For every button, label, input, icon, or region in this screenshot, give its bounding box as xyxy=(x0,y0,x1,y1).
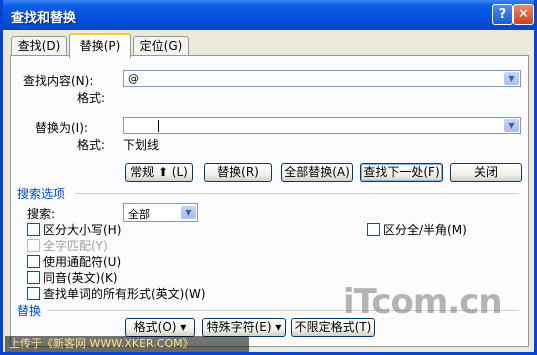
search-options-heading: 搜索选项 xyxy=(17,187,66,201)
match-width-label[interactable]: 区分全/半角(M) xyxy=(383,221,467,238)
find-format-label: 格式: xyxy=(77,91,106,105)
all-word-forms-checkbox[interactable] xyxy=(27,287,40,300)
site-watermark: iTcom.cn xyxy=(343,282,503,322)
search-direction-label: 搜索: xyxy=(27,207,56,221)
find-next-button[interactable]: 查找下一处(F) xyxy=(360,163,443,182)
wildcards-checkbox[interactable] xyxy=(27,255,40,268)
chevron-down-icon[interactable]: ▼ xyxy=(181,206,196,219)
special-char-button[interactable]: 特殊字符(E) ▾ xyxy=(202,318,286,337)
match-case-checkbox[interactable] xyxy=(27,223,40,236)
tab-goto[interactable]: 定位(G) xyxy=(133,36,189,56)
whole-word-checkbox xyxy=(27,239,40,252)
match-case-label[interactable]: 区分大小写(H) xyxy=(43,221,121,238)
replace-section-heading: 替换 xyxy=(17,304,42,318)
close-window-button[interactable]: ✕ xyxy=(513,4,534,25)
find-replace-dialog: 查找和替换 ? ✕ 查找(D) 替换(P) 定位(G) 查找内容(N): @ ▼… xyxy=(0,0,537,355)
find-value: @ xyxy=(128,72,139,85)
sounds-like-label[interactable]: 同音(英文)(K) xyxy=(43,269,118,286)
tab-replace[interactable]: 替换(P) xyxy=(69,33,131,58)
window-title: 查找和替换 xyxy=(11,11,77,26)
replace-format-value: 下划线 xyxy=(123,138,160,152)
replace-input[interactable]: ▼ xyxy=(123,117,521,134)
tab-find[interactable]: 查找(D) xyxy=(11,36,67,56)
sounds-like-checkbox[interactable] xyxy=(27,271,40,284)
search-direction-value: 全部 xyxy=(128,208,150,221)
search-direction-select[interactable]: 全部 ▼ xyxy=(123,203,198,222)
replace-label: 替换为(I): xyxy=(35,121,88,135)
whole-word-label: 全字匹配(Y) xyxy=(43,239,108,253)
replace-format-label: 格式: xyxy=(77,138,106,152)
find-input[interactable]: @ ▼ xyxy=(123,70,521,87)
text-cursor xyxy=(158,120,159,132)
replace-button[interactable]: 替换(R) xyxy=(204,163,272,182)
upload-banner: 上传于《新客网 WWW.XKER.COM》 xyxy=(5,336,249,352)
help-button[interactable]: ? xyxy=(492,4,513,25)
find-label: 查找内容(N): xyxy=(23,74,94,88)
match-width-checkbox[interactable] xyxy=(367,223,380,236)
chevron-down-icon[interactable]: ▼ xyxy=(504,119,519,132)
less-options-button[interactable]: 常规 ⬆ (L) xyxy=(125,163,193,182)
replace-all-button[interactable]: 全部替换(A) xyxy=(281,163,353,182)
title-bar[interactable]: 查找和替换 ? ✕ xyxy=(3,0,534,30)
chevron-down-icon[interactable]: ▼ xyxy=(504,72,519,85)
all-word-forms-label[interactable]: 查找单词的所有形式(英文)(W) xyxy=(43,285,206,302)
format-button[interactable]: 格式(O) ▾ xyxy=(125,318,195,337)
close-button[interactable]: 关闭 xyxy=(450,163,522,182)
group-divider xyxy=(75,193,519,194)
wildcards-label[interactable]: 使用通配符(U) xyxy=(43,253,121,270)
